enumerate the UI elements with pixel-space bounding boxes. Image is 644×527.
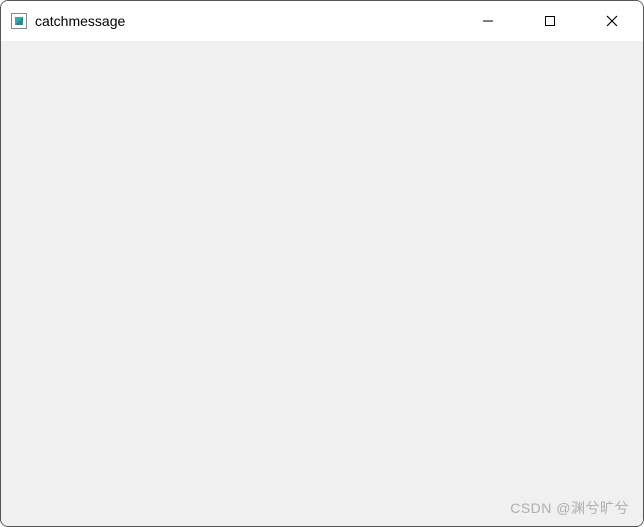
maximize-icon [544, 15, 556, 27]
application-window: catchmessage CSDN @渊兮旷兮 [0, 0, 644, 527]
close-icon [606, 15, 618, 27]
close-button[interactable] [581, 1, 643, 41]
window-title: catchmessage [35, 13, 125, 29]
maximize-button[interactable] [519, 1, 581, 41]
client-area: CSDN @渊兮旷兮 [1, 41, 643, 526]
minimize-button[interactable] [457, 1, 519, 41]
app-icon [11, 13, 27, 29]
minimize-icon [482, 15, 494, 27]
titlebar[interactable]: catchmessage [1, 1, 643, 41]
watermark-text: CSDN @渊兮旷兮 [510, 498, 629, 518]
